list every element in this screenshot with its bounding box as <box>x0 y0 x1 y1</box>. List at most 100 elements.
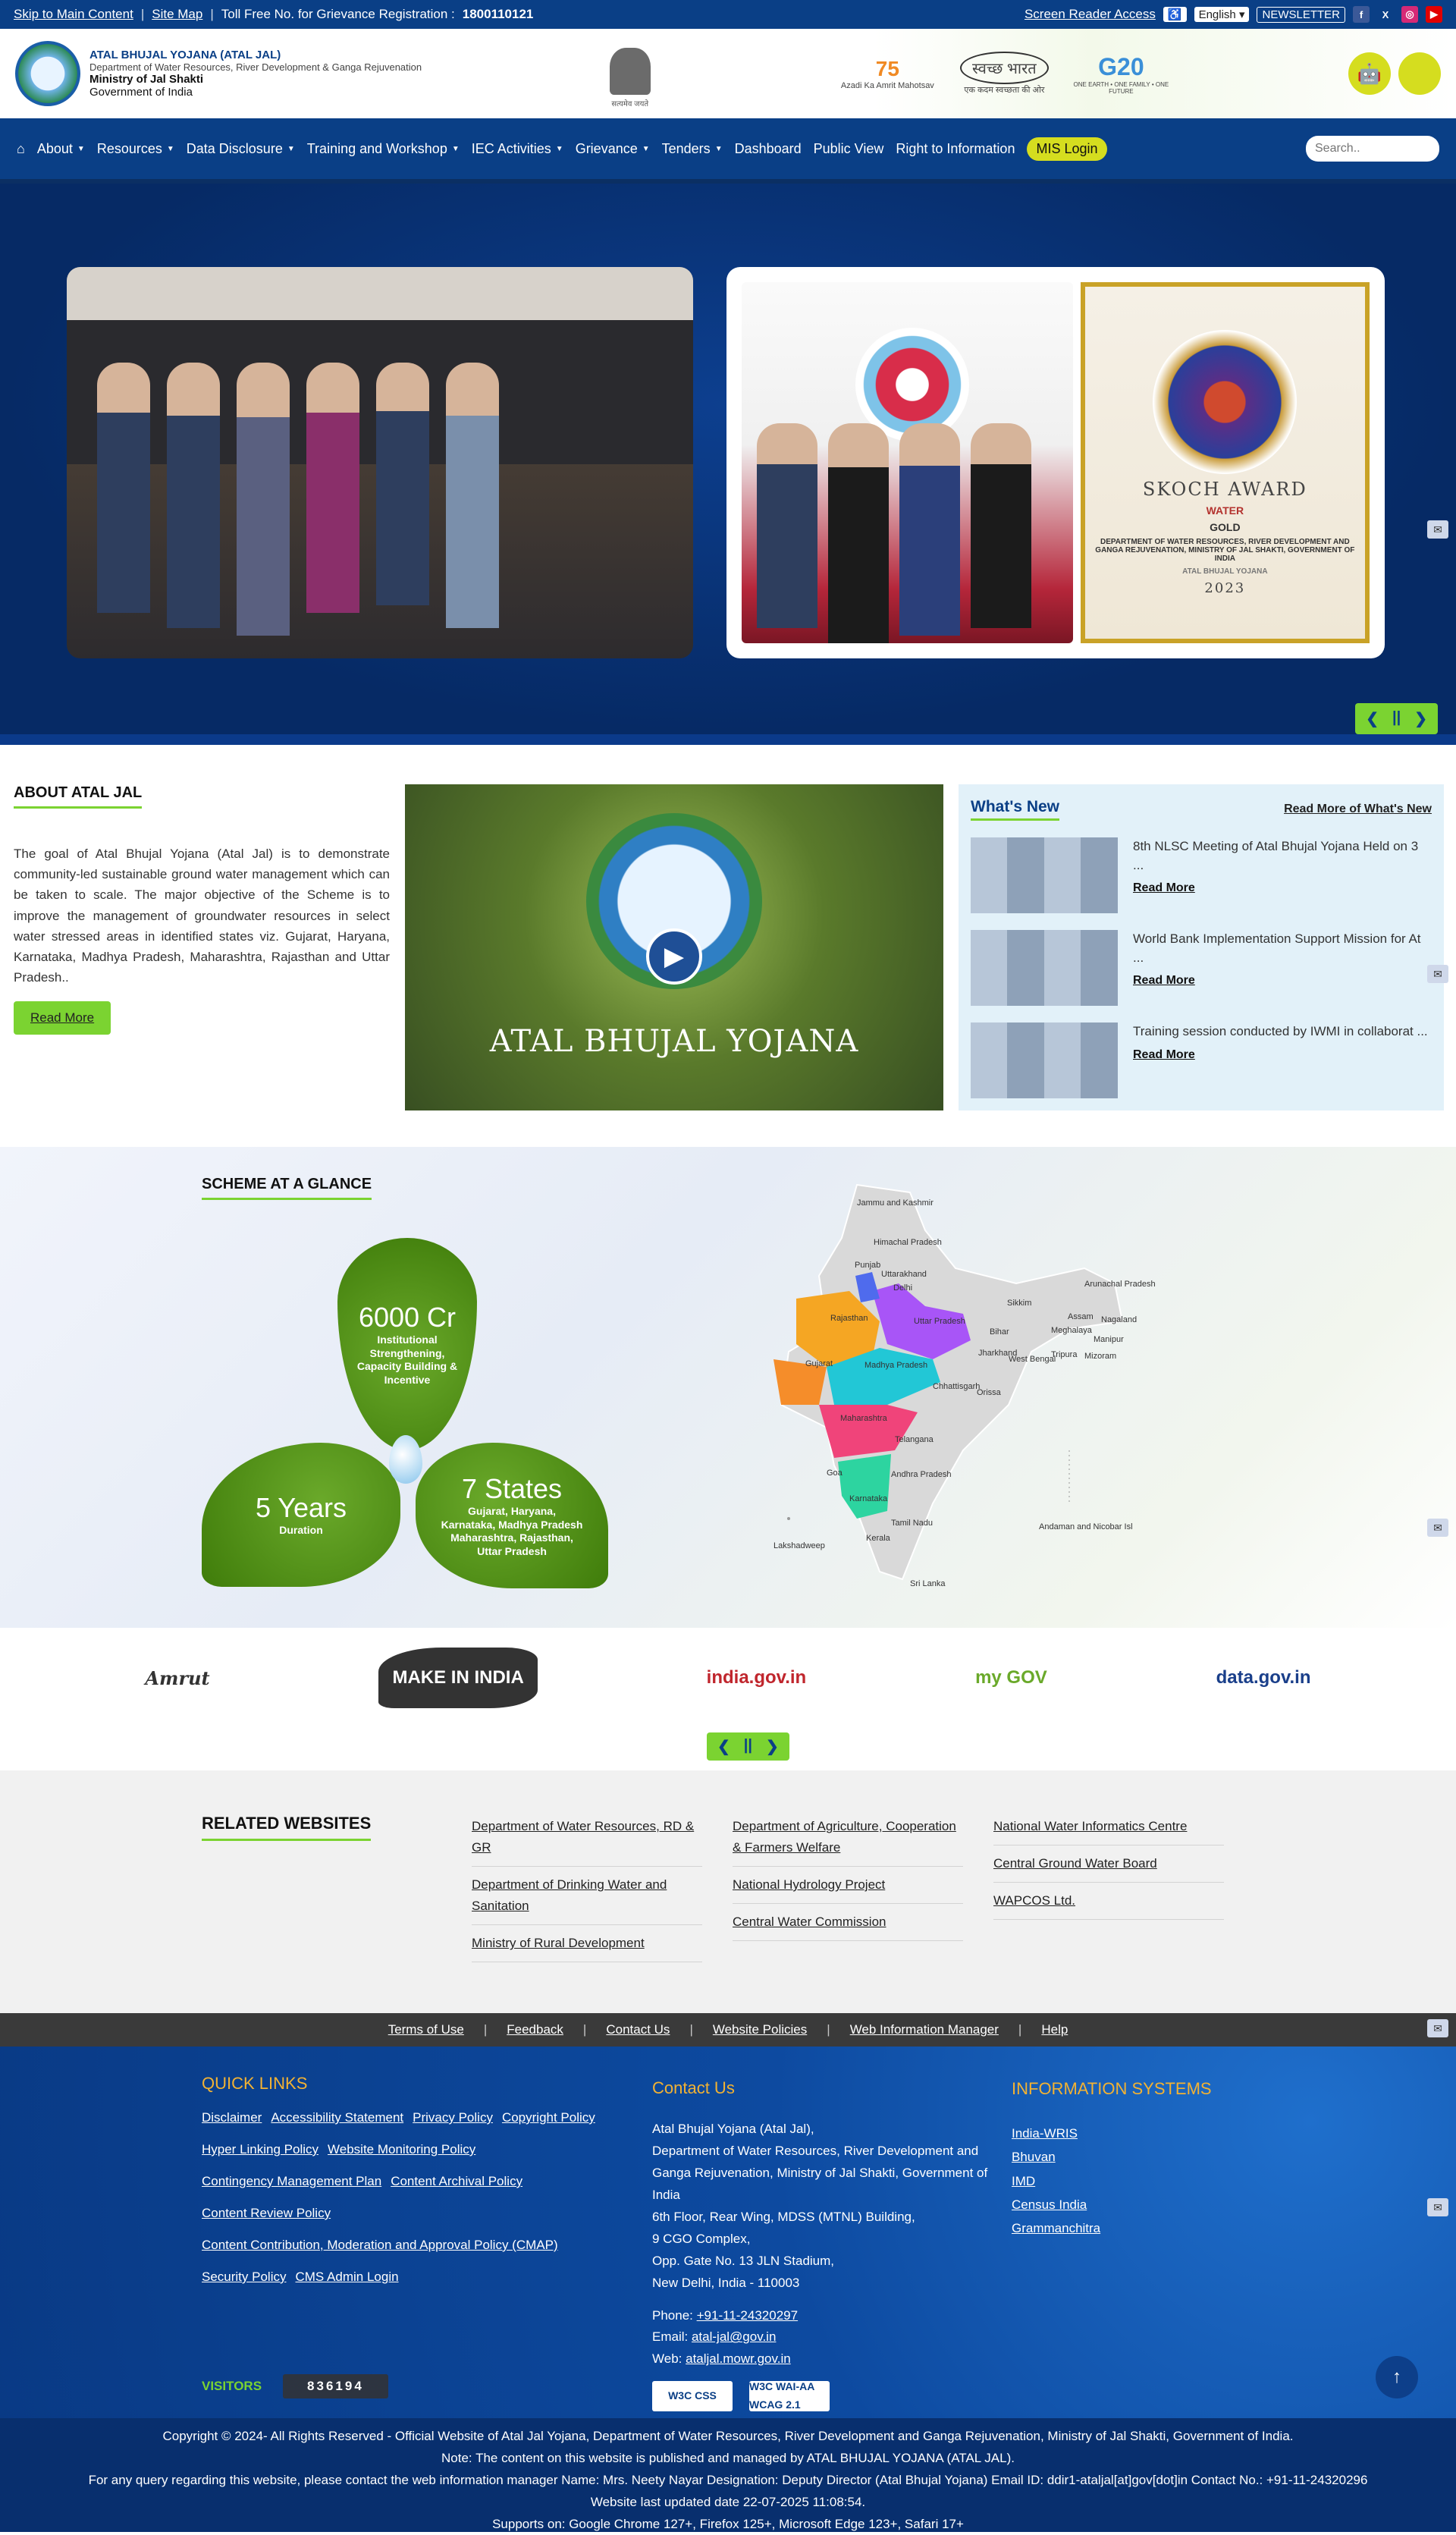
mail-float-icon[interactable]: ✉ <box>1427 1519 1448 1537</box>
info-system-link[interactable]: Census India <box>1012 2197 1087 2212</box>
news-thumbnail[interactable] <box>971 930 1118 1006</box>
news-read-more-link[interactable]: Read More <box>1133 1046 1428 1063</box>
nav-item-iec-activities[interactable]: IEC Activities ▼ <box>472 141 563 157</box>
whats-new-more-link[interactable]: Read More of What's New <box>1284 803 1432 816</box>
mail-float-icon[interactable]: ✉ <box>1427 2019 1448 2037</box>
related-link[interactable]: Department of Agriculture, Cooperation &… <box>733 1813 963 1867</box>
language-select[interactable]: English ▾ <box>1194 7 1250 22</box>
nav-item-dashboard[interactable]: Dashboard <box>735 141 802 157</box>
quick-link[interactable]: Security Policy <box>202 2270 286 2285</box>
news-read-more-link[interactable]: Read More <box>1133 879 1432 897</box>
home-icon[interactable]: ⌂ <box>17 141 25 157</box>
video-player[interactable]: ▶ ATAL BHUJAL YOJANA <box>405 784 943 1110</box>
footer-link[interactable]: Terms of Use <box>388 2022 464 2037</box>
mygov-logo[interactable]: my GOV <box>975 1648 1047 1708</box>
back-to-top-button[interactable]: ↑ <box>1376 2356 1418 2398</box>
amrut-logo[interactable]: Amrut <box>145 1648 209 1708</box>
instagram-icon[interactable]: ◎ <box>1401 6 1418 23</box>
related-link[interactable]: Central Water Commission <box>733 1908 963 1942</box>
mail-float-icon[interactable]: ✉ <box>1427 965 1448 983</box>
brand[interactable]: ATAL BHUJAL YOJANA (ATAL JAL) Department… <box>15 41 422 106</box>
quick-link[interactable]: Privacy Policy <box>413 2110 493 2125</box>
info-system-link[interactable]: Bhuvan <box>1012 2150 1056 2164</box>
caret-down-icon: ▼ <box>714 144 723 153</box>
skip-to-main-link[interactable]: Skip to Main Content <box>14 7 133 22</box>
newsletter-button[interactable]: NEWSLETTER <box>1257 6 1345 23</box>
search-input[interactable] <box>1306 136 1439 162</box>
android-icon[interactable]: 🤖 <box>1348 52 1391 95</box>
mis-login-button[interactable]: MIS Login <box>1027 137 1107 161</box>
nav-item-grievance[interactable]: Grievance ▼ <box>576 141 650 157</box>
footer-link[interactable]: Feedback <box>507 2022 563 2037</box>
related-title: RELATED WEBSITES <box>202 1813 372 1841</box>
email-link[interactable]: atal-jal@gov.in <box>692 2329 776 2344</box>
facebook-icon[interactable]: f <box>1353 6 1370 23</box>
youtube-icon[interactable]: ▶ <box>1426 6 1442 23</box>
nav-item-about[interactable]: About ▼ <box>37 141 85 157</box>
footer-link[interactable]: Contact Us <box>606 2022 670 2037</box>
play-icon[interactable]: ▶ <box>646 928 702 985</box>
logo-pause-button[interactable]: || <box>744 1737 752 1756</box>
quick-link[interactable]: Contingency Management Plan <box>202 2174 381 2189</box>
accessibility-icon[interactable]: ♿ <box>1163 7 1187 22</box>
w3c-css-badge[interactable]: W3C CSS <box>652 2381 733 2412</box>
related-link[interactable]: Department of Water Resources, RD & GR <box>472 1813 702 1867</box>
x-icon[interactable]: X <box>1377 6 1394 23</box>
nav-item-training-and-workshop[interactable]: Training and Workshop ▼ <box>307 141 460 157</box>
nav-item-public-view[interactable]: Public View <box>814 141 884 157</box>
quick-link[interactable]: Content Archival Policy <box>391 2174 522 2189</box>
nav-item-tenders[interactable]: Tenders ▼ <box>662 141 723 157</box>
carousel-prev-button[interactable]: ❮ <box>1366 709 1379 728</box>
news-read-more-link[interactable]: Read More <box>1133 972 1432 989</box>
quick-link[interactable]: Content Contribution, Moderation and App… <box>202 2238 558 2253</box>
carousel-pause-button[interactable]: || <box>1392 709 1401 728</box>
apple-icon[interactable] <box>1398 52 1441 95</box>
related-link[interactable]: Department of Drinking Water and Sanitat… <box>472 1871 702 1926</box>
about-read-more-button[interactable]: Read More <box>14 1001 111 1035</box>
carousel-next-button[interactable]: ❯ <box>1414 709 1427 728</box>
news-thumbnail[interactable] <box>971 837 1118 913</box>
footer-link[interactable]: Web Information Manager <box>850 2022 999 2037</box>
data-gov-logo[interactable]: data.gov.in <box>1216 1648 1311 1708</box>
nav-item-data-disclosure[interactable]: Data Disclosure ▼ <box>187 141 295 157</box>
india-gov-logo[interactable]: india.gov.in <box>707 1648 807 1708</box>
related-link[interactable]: WAPCOS Ltd. <box>993 1887 1224 1921</box>
footer-link[interactable]: Help <box>1041 2022 1068 2037</box>
about-title: ABOUT ATAL JAL <box>14 784 143 809</box>
related-link[interactable]: National Water Informatics Centre <box>993 1813 1224 1846</box>
footer-link[interactable]: Website Policies <box>713 2022 807 2037</box>
swachh-bharat-logo: स्वच्छ भारत एक कदम स्वच्छता की ओर <box>955 47 1053 100</box>
partner-logos-header: 75 Azadi Ka Amrit Mahotsav स्वच्छ भारत एक … <box>838 47 1170 100</box>
related-link[interactable]: Ministry of Rural Development <box>472 1930 702 1963</box>
quick-link[interactable]: Content Review Policy <box>202 2206 331 2221</box>
related-link[interactable]: Central Ground Water Board <box>993 1850 1224 1883</box>
sitemap-link[interactable]: Site Map <box>152 7 202 22</box>
state-karnataka[interactable] <box>838 1454 891 1519</box>
nav-item-resources[interactable]: Resources ▼ <box>97 141 174 157</box>
logo-prev-button[interactable]: ❮ <box>717 1737 730 1756</box>
slide-photo-award-ceremony[interactable] <box>67 267 693 658</box>
wcag-badge[interactable]: W3C WAI-AA WCAG 2.1 <box>749 2380 830 2412</box>
phone-link[interactable]: +91-11-24320297 <box>697 2308 798 2323</box>
quick-link[interactable]: Website Monitoring Policy <box>328 2142 475 2157</box>
related-link[interactable]: National Hydrology Project <box>733 1871 963 1905</box>
mail-float-icon[interactable]: ✉ <box>1427 2198 1448 2216</box>
info-system-link[interactable]: Grammanchitra <box>1012 2221 1100 2235</box>
slide-skoch-award[interactable]: SKOCH AWARD WATER GOLD DEPARTMENT OF WAT… <box>726 267 1385 658</box>
nav-item-right-to-information[interactable]: Right to Information <box>896 141 1015 157</box>
logo-next-button[interactable]: ❯ <box>766 1737 779 1756</box>
info-system-link[interactable]: India-WRIS <box>1012 2126 1078 2141</box>
india-map[interactable]: Jammu and Kashmir Himachal Pradesh Punja… <box>766 1177 1160 1602</box>
info-system-link[interactable]: IMD <box>1012 2174 1035 2188</box>
whats-new-item: World Bank Implementation Support Missio… <box>971 930 1432 1006</box>
web-link[interactable]: ataljal.mowr.gov.in <box>686 2351 791 2366</box>
mail-float-icon[interactable]: ✉ <box>1427 520 1448 539</box>
make-in-india-logo[interactable]: MAKE IN INDIA <box>378 1648 538 1708</box>
quick-link[interactable]: Disclaimer <box>202 2110 262 2125</box>
screen-reader-link[interactable]: Screen Reader Access <box>1025 7 1156 22</box>
quick-link[interactable]: CMS Admin Login <box>295 2270 398 2285</box>
news-thumbnail[interactable] <box>971 1022 1118 1098</box>
quick-link[interactable]: Copyright Policy <box>502 2110 595 2125</box>
quick-link[interactable]: Hyper Linking Policy <box>202 2142 318 2157</box>
quick-link[interactable]: Accessibility Statement <box>271 2110 403 2125</box>
